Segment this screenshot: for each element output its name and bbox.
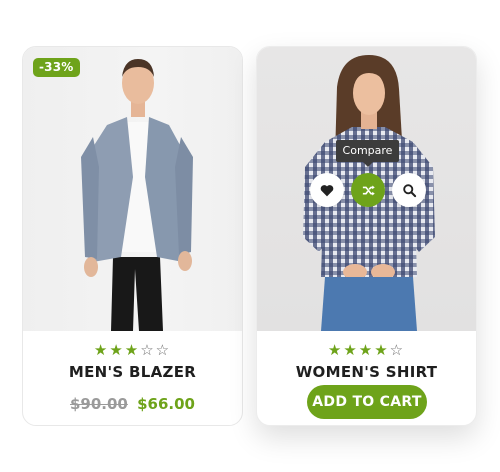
heart-icon	[320, 184, 334, 196]
star-filled-icon: ★	[358, 341, 375, 359]
shuffle-compare-icon	[362, 185, 375, 195]
star-filled-icon: ★	[124, 341, 141, 359]
star-empty-icon: ☆	[389, 341, 406, 359]
quick-view-button[interactable]	[392, 173, 426, 207]
rating-stars: ★★★★☆	[257, 341, 476, 359]
rating-stars: ★★★☆☆	[23, 341, 242, 359]
product-price: $90.00 $66.00	[23, 395, 242, 413]
add-to-cart-button[interactable]: ADD TO CART	[307, 385, 427, 419]
compare-tooltip: Compare	[336, 140, 399, 167]
product-card-mens-blazer[interactable]: -33% ★★★☆☆ MEN'S BLAZER $90.00 $66.00	[22, 46, 243, 426]
star-empty-icon: ☆	[155, 341, 172, 359]
product-card-womens-shirt[interactable]: Compare ★★★★☆ WOMEN'S SHIRT ADD TO CART	[256, 46, 477, 426]
old-price: $90.00	[69, 395, 128, 413]
discount-badge: -33%	[33, 58, 80, 77]
search-icon	[402, 183, 416, 197]
star-filled-icon: ★	[343, 341, 359, 359]
product-image-mens-blazer[interactable]	[23, 47, 242, 331]
sale-price: $66.00	[137, 395, 195, 413]
product-title[interactable]: MEN'S BLAZER	[23, 363, 242, 381]
compare-button[interactable]	[351, 173, 385, 207]
star-filled-icon: ★	[327, 341, 344, 359]
wishlist-button[interactable]	[310, 173, 344, 207]
star-filled-icon: ★	[93, 341, 110, 359]
star-empty-icon: ☆	[140, 341, 156, 359]
product-title[interactable]: WOMEN'S SHIRT	[257, 363, 476, 381]
star-filled-icon: ★	[109, 341, 125, 359]
star-filled-icon: ★	[374, 341, 390, 359]
